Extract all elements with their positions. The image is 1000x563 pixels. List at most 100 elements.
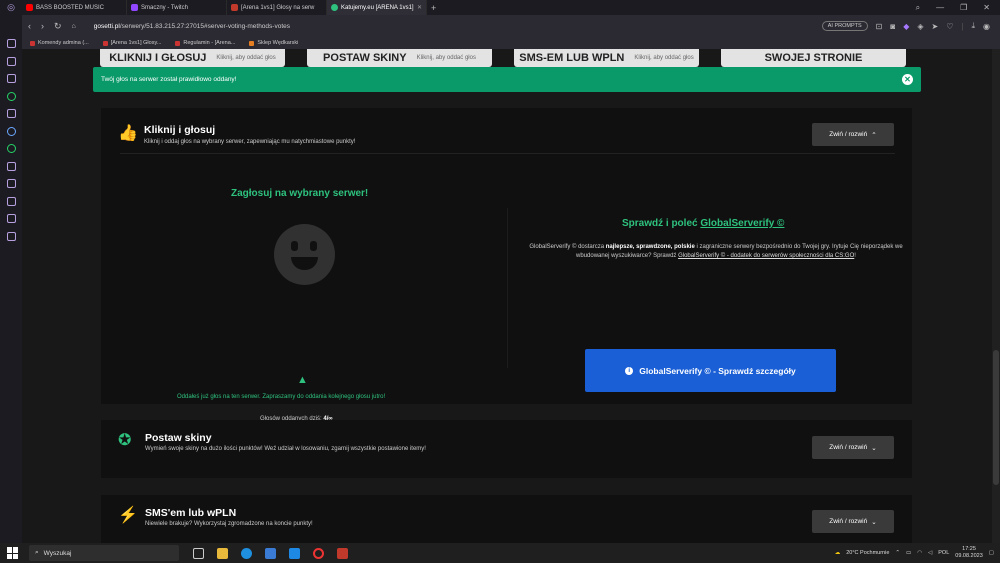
twitch-icon[interactable] (6, 109, 16, 118)
system-tray: ☁ 20°C Pochmurnie ⌃ ▭ ◠ ◁ POL 17:25 09.08… (835, 546, 1000, 560)
bookmark-item[interactable]: [Arena 1vs1] Głosy... (102, 40, 161, 46)
tab-youtube[interactable]: BASS BOOSTED MUSIC (22, 0, 127, 15)
instagram-icon[interactable] (6, 74, 16, 83)
card-click-vote[interactable]: KLIKNIJ I GŁOSUJ Kliknij, aby oddać głos (100, 49, 285, 67)
game-icon[interactable] (337, 547, 348, 559)
chevron-down-icon: ⌄ (871, 444, 877, 452)
browser-logo-icon[interactable]: ◎ (0, 2, 22, 13)
site-info-icon[interactable]: ⌂ (72, 23, 76, 30)
player-icon[interactable] (6, 161, 16, 171)
opera-gx-icon[interactable] (313, 547, 324, 559)
weather[interactable]: 20°C Pochmurnie (846, 550, 889, 556)
weather-icon: ☁ (834, 550, 841, 556)
globalserverify-addon-link[interactable]: GlobalServerify © - dodatek do serwerów … (678, 253, 854, 259)
forward-icon[interactable]: › (41, 21, 44, 31)
toggle-button[interactable]: Zwiń / rozwiń ⌃ (812, 123, 894, 146)
globalserverify-details-button[interactable]: i GlobalServerify © - Sprawdź szczegóły (585, 349, 836, 392)
scrollbar-thumb[interactable] (993, 350, 999, 485)
camera-icon[interactable]: ◙ (890, 22, 895, 31)
vote-title: Zagłosuj na wybrany serwer! (231, 188, 369, 199)
tab-arena[interactable]: [Arena 1vs1] Głosy na serw (227, 0, 327, 15)
section-title: SMS'em lub wPLN (145, 507, 237, 519)
restore-icon[interactable]: ❐ (960, 3, 967, 13)
section-title: Postaw skiny (145, 432, 212, 444)
shield-icon[interactable]: ◈ (917, 22, 923, 31)
page-content: KLIKNIJ I GŁOSUJ Kliknij, aby oddać głos … (22, 49, 992, 543)
search-tabs-icon[interactable]: ⌕ (916, 3, 920, 13)
settings-icon[interactable] (6, 231, 16, 241)
network-icon[interactable]: ▭ (906, 550, 911, 556)
profile-icon[interactable]: ◉ (983, 22, 990, 31)
section-subtitle: Kliknij i oddaj głos na wybrany serwer, … (144, 139, 356, 145)
browser-sidebar (0, 15, 22, 543)
downloads-icon[interactable]: ⤓ (971, 21, 975, 31)
taskbar-search[interactable]: ⌕ Wyszukaj (29, 545, 179, 561)
vote-method-cards: KLIKNIJ I GŁOSUJ Kliknij, aby oddać głos … (100, 49, 906, 67)
tab-twitch[interactable]: Smaczny - Twitch (127, 0, 227, 15)
clock[interactable]: 17:25 09.08.2023 (955, 546, 983, 560)
close-tab-icon[interactable]: ✕ (417, 4, 422, 11)
bag-icon[interactable] (6, 39, 16, 48)
task-view-icon[interactable] (193, 547, 204, 559)
bookmark-item[interactable]: Komendy admina (... (30, 40, 89, 46)
section-subtitle: Wymień swoje skiny na dużo ilości punktó… (145, 446, 426, 452)
new-tab-button[interactable]: + (427, 0, 440, 15)
thumbs-up-icon: 👍 (118, 125, 138, 142)
katujemy-icon (331, 4, 338, 11)
close-icon[interactable]: ✕ (902, 74, 913, 85)
history-icon[interactable] (6, 196, 16, 206)
edge-icon[interactable] (241, 547, 252, 559)
toggle-button[interactable]: Zwiń / rozwiń ⌄ (812, 436, 894, 459)
twitch-sidebar-icon[interactable] (6, 56, 16, 66)
store-icon[interactable] (265, 547, 276, 559)
chevron-up-icon: ⌃ (871, 131, 877, 139)
section-title: Kliknij i głosuj (144, 124, 216, 136)
close-window-icon[interactable]: ✕ (983, 3, 990, 13)
bookmark-icon (30, 40, 35, 46)
messenger-icon[interactable] (6, 126, 16, 136)
screenshot-icon[interactable]: ⊡ (876, 22, 883, 31)
card-skins[interactable]: POSTAW SKINY Kliknij, aby oddać głos (307, 49, 492, 67)
globalserverify-link[interactable]: GlobalServerify © (700, 218, 784, 229)
bookmark-item[interactable]: Regulamin - [Arena... (175, 40, 235, 46)
file-explorer-icon[interactable] (217, 547, 228, 559)
toolbar-icons: AI PROMPTS ⊡ ◙ ◆ ◈ ➤ ♡ | ⤓ ◉ (821, 21, 1000, 31)
back-icon[interactable]: ‹ (28, 21, 31, 31)
warning-icon: ▲ (297, 374, 308, 386)
heart-icon[interactable]: ♡ (946, 22, 953, 31)
chatgpt-icon[interactable] (6, 91, 16, 101)
mail-icon[interactable] (289, 547, 300, 559)
sms-panel: ⚡ SMS'em lub wPLN Niewiele brakuje? Wyko… (101, 495, 912, 543)
bookmark-item[interactable]: Sklep Wędkarski (249, 40, 298, 46)
taskbar: ⌕ Wyszukaj ☁ 20°C Pochmurnie ⌃ ▭ ◠ ◁ POL … (0, 543, 1000, 563)
globalserverify-title: Sprawdź i poleć GlobalServerify © (622, 218, 785, 229)
wifi-icon[interactable]: ◠ (917, 550, 922, 556)
minimize-icon[interactable]: — (936, 3, 944, 13)
whatsapp-icon[interactable] (6, 144, 16, 153)
reload-icon[interactable]: ↻ (54, 21, 62, 32)
ai-prompts-button[interactable]: AI PROMPTS (821, 21, 868, 31)
smiley-icon (274, 224, 335, 285)
send-icon[interactable]: ➤ (932, 22, 939, 31)
notifications-icon[interactable]: ▢ (989, 550, 994, 556)
youtube-icon (26, 4, 33, 11)
language[interactable]: POL (938, 550, 949, 556)
lightning-icon: ⚡ (118, 507, 138, 524)
volume-icon[interactable]: ◁ (928, 550, 932, 556)
heart-icon[interactable] (6, 179, 16, 188)
bookmark-icon (249, 40, 255, 46)
card-sms[interactable]: SMS-EM LUB WPLN Kliknij, aby oddać głos (514, 49, 699, 67)
arena-icon (231, 4, 238, 11)
vpn-icon[interactable]: ◆ (903, 22, 909, 31)
toggle-button[interactable]: Zwiń / rozwiń ⌄ (812, 510, 894, 533)
vote-message: Oddałeś już głos na ten serwer. Zaprasza… (177, 394, 386, 400)
card-own-site[interactable]: SWOJEJ STRONIE (721, 49, 906, 67)
address-bar: ‹ › ↻ ⌂ gosetti.pl/serwery/51.83.215.27:… (0, 15, 1000, 37)
url-field[interactable]: gosetti.pl/serwery/51.83.215.27:27015#se… (94, 23, 290, 30)
divider-icon: | (961, 21, 964, 31)
cube-icon[interactable] (6, 214, 16, 223)
chevron-up-icon[interactable]: ⌃ (895, 550, 900, 556)
tab-katujemy[interactable]: Katujemy.eu [ARENA 1vs1] ✕ (327, 0, 427, 15)
award-icon: ✪ (118, 432, 132, 449)
windows-start-icon[interactable] (7, 547, 19, 559)
